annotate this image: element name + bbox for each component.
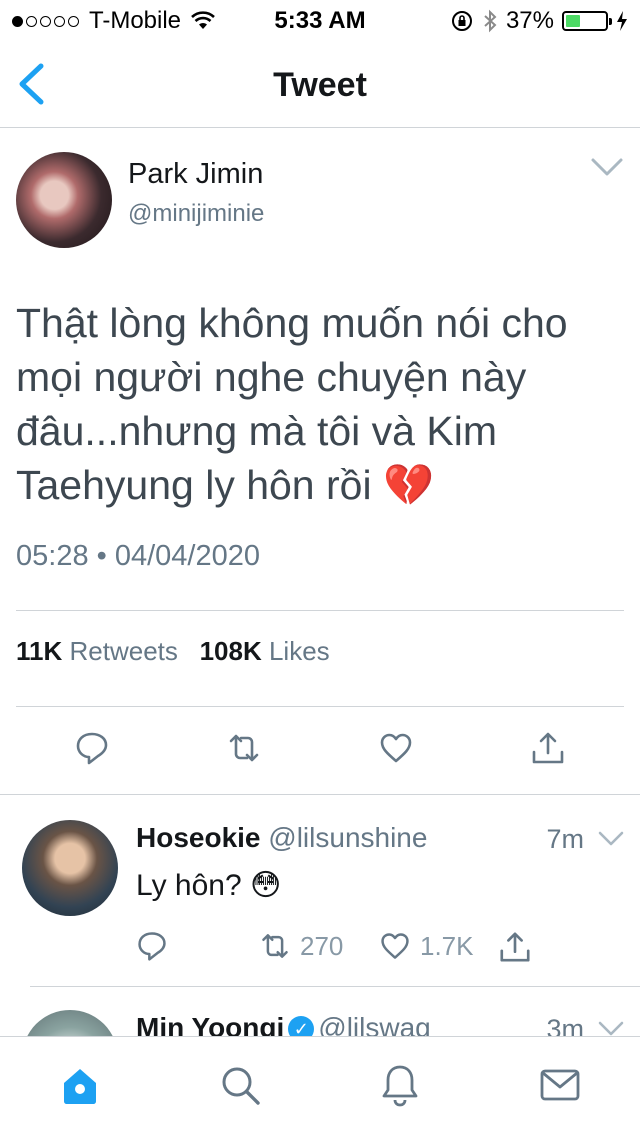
status-bar: T-Mobile 5:33 AM 37%	[0, 0, 640, 40]
retweet-count: 270	[300, 930, 344, 961]
divider	[16, 706, 624, 707]
share-button[interactable]	[498, 930, 532, 964]
retweets-count: 11K	[16, 636, 63, 666]
tweet-timestamp: 05:28 • 04/04/2020	[16, 540, 260, 572]
charging-bolt-icon	[617, 11, 627, 31]
reply-icon[interactable]	[74, 730, 110, 766]
bluetooth-icon	[484, 9, 497, 33]
divider	[0, 794, 640, 795]
tab-bar	[0, 1036, 640, 1136]
retweet-button[interactable]: 270	[258, 930, 343, 962]
status-right-group: 37%	[450, 7, 628, 35]
like-button[interactable]: 1.7K	[378, 930, 474, 962]
share-icon[interactable]	[530, 730, 566, 766]
retweet-icon[interactable]	[226, 730, 262, 766]
tweet-stats: 11K Retweets 108K Likes	[16, 636, 330, 667]
notifications-icon[interactable]	[378, 1063, 422, 1107]
chevron-down-icon[interactable]	[590, 156, 624, 178]
retweets-label: Retweets	[69, 636, 178, 666]
reply-time: 7m	[546, 824, 584, 854]
nav-bar: Tweet	[0, 40, 640, 128]
avatar[interactable]	[22, 820, 118, 916]
share-icon	[500, 932, 530, 962]
reply-author-handle[interactable]: @lilsunshine	[268, 822, 427, 853]
author-handle[interactable]: @minijiminie	[128, 200, 264, 228]
messages-icon[interactable]	[538, 1063, 582, 1107]
rotation-lock-icon	[451, 11, 472, 31]
likes-label: Likes	[268, 636, 330, 666]
reply-icon	[138, 932, 166, 961]
reply-text: Ly hôn? 😳	[136, 869, 282, 902]
search-icon[interactable]	[218, 1063, 262, 1107]
page-title: Tweet	[273, 66, 367, 104]
likes-count: 108K	[199, 636, 262, 666]
heart-icon[interactable]	[378, 730, 414, 766]
battery-percent: 37%	[505, 7, 554, 34]
home-icon[interactable]	[58, 1063, 102, 1107]
tweet-action-bar	[0, 730, 640, 770]
retweets-stat[interactable]: 11K Retweets	[16, 636, 178, 666]
author-name[interactable]: Park Jimin	[128, 158, 263, 191]
chevron-down-icon[interactable]	[598, 830, 624, 848]
reply-header: Hoseokie @lilsunshine	[136, 822, 427, 854]
reply-button[interactable]	[136, 930, 168, 962]
reply-author-name[interactable]: Hoseokie	[136, 822, 261, 853]
battery-icon	[562, 11, 612, 31]
avatar[interactable]	[16, 152, 112, 248]
likes-stat[interactable]: 108K Likes	[200, 636, 330, 666]
heart-icon	[381, 933, 409, 959]
like-count: 1.7K	[420, 930, 474, 961]
retweet-icon	[262, 934, 288, 958]
divider	[16, 610, 624, 611]
reply-action-bar: 270 1.7K	[0, 930, 640, 970]
divider	[30, 986, 640, 987]
tweet-text: Thật lòng không muốn nói cho mọi người n…	[16, 300, 568, 508]
